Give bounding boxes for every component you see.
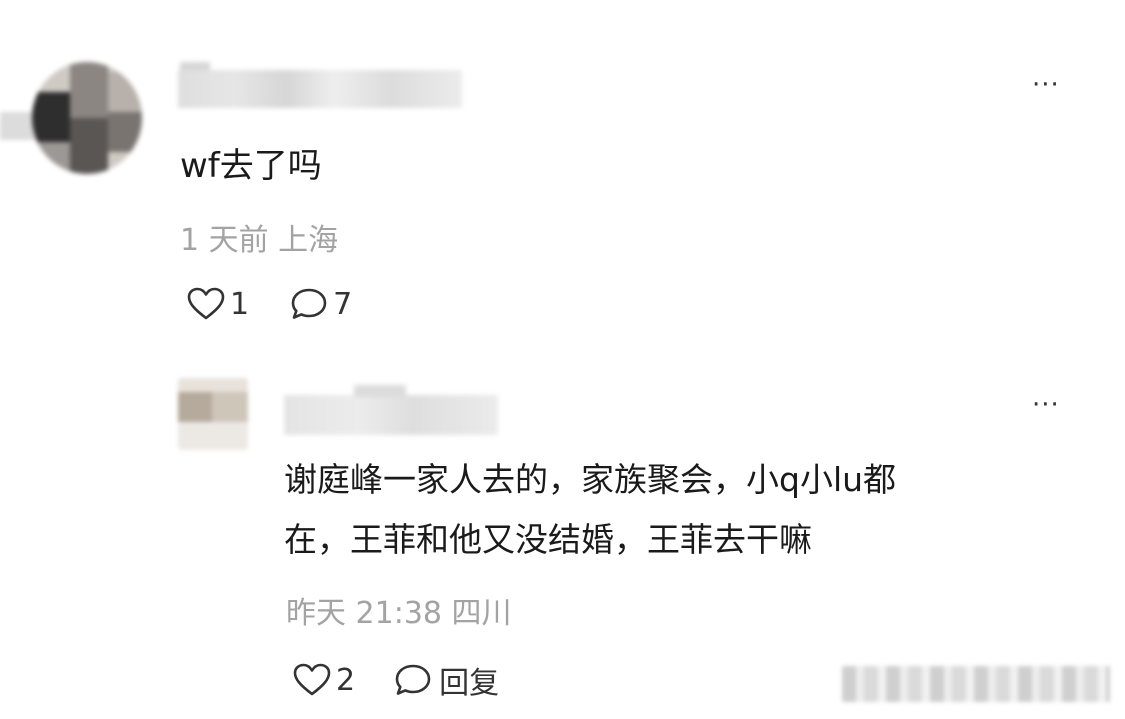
heart-outline-icon: [292, 662, 332, 698]
like-button[interactable]: 1: [186, 286, 249, 322]
reply-button[interactable]: 回复: [393, 658, 499, 702]
replier-avatar[interactable]: [178, 378, 248, 450]
comment-text: wf去了吗: [180, 146, 322, 186]
reply-text: 谢庭峰一家人去的，家族聚会，小q小lu都 在，王菲和他又没结婚，王菲去干嘛: [284, 450, 1084, 570]
comment-actions: 1 7: [186, 284, 352, 324]
like-button[interactable]: 2: [292, 662, 355, 698]
like-count: 2: [336, 662, 356, 698]
blurred-region: [842, 666, 1110, 702]
comment-meta: 1 天前 上海: [180, 223, 339, 258]
like-count: 1: [230, 286, 250, 322]
reply-count-button[interactable]: 7: [289, 286, 352, 322]
commenter-avatar[interactable]: [32, 62, 142, 174]
speech-bubble-outline-icon: [393, 662, 433, 698]
more-options-icon[interactable]: ···: [1032, 390, 1060, 420]
commenter-username-blurred[interactable]: [178, 62, 462, 108]
reply-meta: 昨天 21:38 四川: [286, 596, 512, 631]
more-options-icon[interactable]: ···: [1032, 70, 1060, 100]
reply-actions: 2 回复: [292, 658, 499, 702]
blurred-edge-fragment: [0, 112, 36, 140]
replier-username-blurred[interactable]: [284, 385, 498, 435]
reply-count: 7: [333, 286, 353, 322]
reply-text-line: 谢庭峰一家人去的，家族聚会，小q小lu都: [284, 460, 897, 499]
heart-outline-icon: [186, 286, 226, 322]
reply-label: 回复: [439, 666, 500, 701]
speech-bubble-outline-icon: [289, 286, 329, 322]
reply-text-line: 在，王菲和他又没结婚，王菲去干嘛: [284, 520, 812, 559]
